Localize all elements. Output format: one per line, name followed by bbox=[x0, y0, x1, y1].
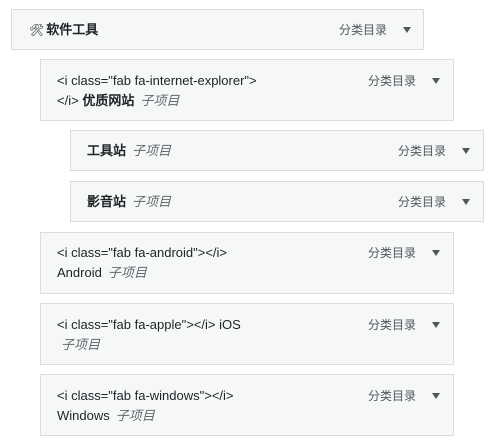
menu-item-title: 🛠 软件工具 bbox=[29, 20, 98, 40]
menu-item-quality-sites[interactable]: <i class="fab fa-internet-explorer"> </i… bbox=[40, 59, 454, 121]
menu-item-software-tools[interactable]: 🛠 软件工具 分类目录 bbox=[11, 9, 424, 50]
menu-item-type: 分类目录 bbox=[398, 144, 447, 158]
menu-item-type: 分类目录 bbox=[368, 318, 417, 332]
menu-item-type: 分类目录 bbox=[398, 195, 447, 209]
chevron-down-icon[interactable] bbox=[462, 199, 470, 205]
menu-item-type: 分类目录 bbox=[368, 246, 417, 260]
menu-item-title: <i class="fab fa-android"></i> Android 子项… bbox=[57, 243, 227, 283]
menu-item-label: Android bbox=[57, 265, 102, 280]
menu-item-type: 分类目录 bbox=[339, 23, 388, 37]
menu-item-label: Windows bbox=[57, 408, 110, 423]
menu-item-sub-label: 子项目 bbox=[132, 143, 172, 158]
menu-item-sub-label: 子项目 bbox=[132, 194, 172, 209]
chevron-down-icon[interactable] bbox=[432, 322, 440, 328]
menu-item-code: <i class="fab fa-internet-explorer"> bbox=[57, 73, 257, 88]
menu-item-ios[interactable]: <i class="fab fa-apple"></i> iOS 子项目 分类目… bbox=[40, 303, 454, 365]
menu-item-title: <i class="fab fa-windows"></i> Windows 子项… bbox=[57, 386, 234, 426]
menu-item-title: <i class="fab fa-apple"></i> iOS 子项目 bbox=[57, 315, 241, 355]
menu-item-code-end: </i> bbox=[57, 93, 79, 108]
menu-item-tool-sites[interactable]: 工具站 子项目 分类目录 bbox=[70, 130, 484, 171]
menu-item-type: 分类目录 bbox=[368, 389, 417, 403]
menu-item-windows[interactable]: <i class="fab fa-windows"></i> Windows 子项… bbox=[40, 374, 454, 436]
chevron-down-icon[interactable] bbox=[403, 27, 411, 33]
menu-item-sub-label: 子项目 bbox=[61, 337, 101, 352]
menu-item-android[interactable]: <i class="fab fa-android"></i> Android 子项… bbox=[40, 232, 454, 294]
menu-item-code: <i class="fab fa-apple"></i> iOS bbox=[57, 317, 241, 332]
menu-item-title: <i class="fab fa-internet-explorer"> </i… bbox=[57, 71, 257, 111]
menu-item-label: 工具站 bbox=[87, 143, 127, 158]
menu-item-label: 软件工具 bbox=[46, 22, 99, 37]
chevron-down-icon[interactable] bbox=[432, 250, 440, 256]
menu-item-title: 影音站 子项目 bbox=[87, 192, 171, 212]
menu-item-sub-label: 子项目 bbox=[140, 93, 180, 108]
menu-item-label: 优质网站 bbox=[82, 93, 135, 108]
chevron-down-icon[interactable] bbox=[432, 393, 440, 399]
tools-icon: 🛠 bbox=[29, 23, 45, 37]
menu-item-code: <i class="fab fa-windows"></i> bbox=[57, 388, 234, 403]
menu-item-title: 工具站 子项目 bbox=[87, 141, 171, 161]
chevron-down-icon[interactable] bbox=[432, 78, 440, 84]
menu-item-sub-label: 子项目 bbox=[107, 265, 147, 280]
menu-item-type: 分类目录 bbox=[368, 74, 417, 88]
menu-item-label: 影音站 bbox=[87, 194, 127, 209]
menu-item-media-sites[interactable]: 影音站 子项目 分类目录 bbox=[70, 181, 484, 222]
menu-item-code: <i class="fab fa-android"></i> bbox=[57, 245, 228, 260]
menu-item-sub-label: 子项目 bbox=[115, 408, 155, 423]
chevron-down-icon[interactable] bbox=[462, 148, 470, 154]
